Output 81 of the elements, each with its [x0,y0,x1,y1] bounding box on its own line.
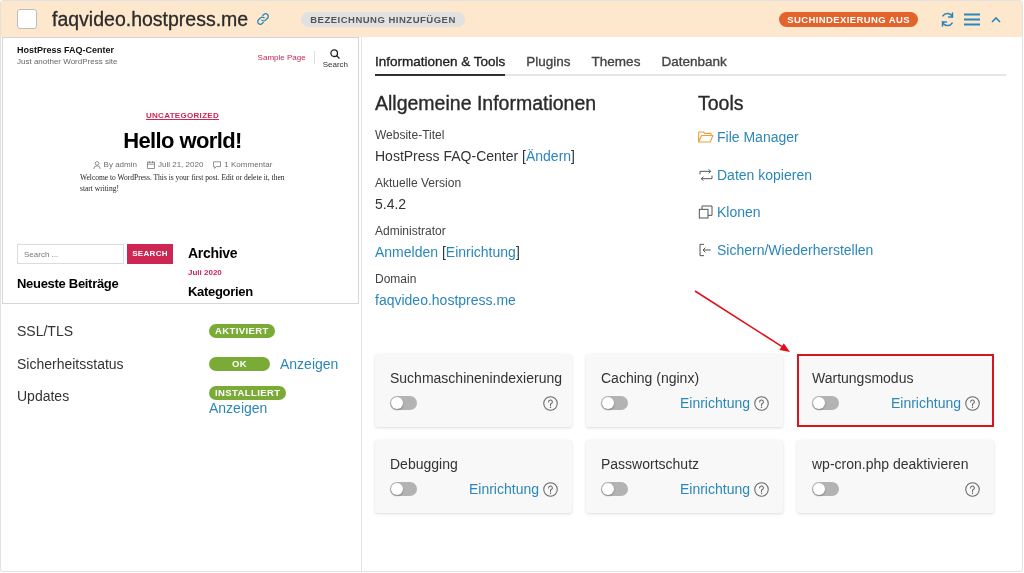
add-label-button[interactable]: BEZEICHNUNG HINZUFÜGEN [301,11,465,27]
preview-post-title: Hello world! [122,128,243,154]
field-label: Website-Titel [375,127,446,143]
card-title: Debugging [390,455,459,474]
tab[interactable]: Plugins [526,53,571,76]
setup-link[interactable]: Einrichtung [679,393,750,413]
search-icon [330,49,341,59]
toggle-switch[interactable] [812,396,839,410]
status-badge: AKTIVIERT [209,324,275,338]
card-title: wp-cron.php deaktivieren [812,455,970,474]
tab[interactable]: Informationen & Tools [375,53,506,76]
preview-category-link: UNCATEGORIZED [145,111,220,121]
setup-link[interactable]: Einrichtung [890,393,961,413]
preview-archive-link: Juli 2020 [188,268,223,278]
preview-search-label: Search [322,60,348,69]
person-icon [92,161,101,169]
card-title: Passwortschutz [601,455,701,474]
tool-link[interactable]: File Manager [698,127,799,147]
tab[interactable]: Datenbank [661,53,727,76]
toggle-switch[interactable] [390,482,417,496]
folder-icon [698,130,714,144]
status-label: SSL/TLS [17,322,75,341]
section-heading: Tools [698,91,745,115]
calendar-icon [146,161,155,169]
preview-tagline: Just another WordPress site [17,57,118,67]
help-icon[interactable] [543,395,558,411]
select-checkbox[interactable] [17,9,37,29]
help-icon[interactable] [965,481,980,497]
menu-icon[interactable] [964,12,980,26]
field-value: 5.4.2 [375,195,408,214]
field-value: HostPress FAQ-Center [Ändern] [375,147,576,166]
tool-link[interactable]: Klonen [698,202,761,222]
help-icon[interactable] [965,395,980,411]
comment-bubble-icon [213,161,222,169]
inline-link[interactable]: Anmelden [375,244,439,260]
preview-nav-link: Sample Page [257,53,306,63]
preview-site-title: HostPress FAQ-Center [17,45,116,56]
preview-search-field: Search ... [17,244,124,264]
field-label: Aktuelle Version [375,175,463,191]
help-icon[interactable] [543,481,558,497]
inline-link[interactable]: Einrichtung [445,244,516,260]
status-label: Sicherheitsstatus [17,354,125,374]
preview-widget-heading: Archive [188,245,239,261]
toggle-switch[interactable] [812,482,839,496]
preview-meta-text: Juli 21, 2020 [157,160,204,170]
help-icon[interactable] [754,395,769,411]
inline-link[interactable]: faqvideo.hostpress.me [375,292,516,308]
status-badge: SUCHINDEXIERUNG AUS [779,11,918,27]
toggle-switch[interactable] [601,482,628,496]
link-icon[interactable] [256,12,271,26]
show-link[interactable]: Anzeigen [280,355,339,372]
field-label: Domain [375,271,418,287]
refresh-icon[interactable] [939,10,956,28]
arrow-into-box-icon [698,242,714,257]
show-link[interactable]: Anzeigen [209,400,268,416]
stacked-squares-icon [698,205,714,219]
section-heading: Allgemeine Informationen [375,91,598,115]
status-label: Updates [17,387,71,406]
card-title: Wartungsmodus [812,369,915,388]
field-value: Anmelden [Einrichtung] [375,243,521,262]
preview-widget-heading: Kategorien [188,284,254,299]
field-label: Administrator [375,223,447,239]
toggle-switch[interactable] [601,396,628,410]
help-icon[interactable] [754,481,769,497]
status-badge: OK [209,356,270,371]
chevron-up-icon[interactable] [991,15,1001,23]
preview-meta-text: By admin [103,160,137,170]
status-badge: INSTALLIERT [209,386,287,400]
toggle-switch[interactable] [390,396,417,410]
swap-arrows-icon [698,167,714,182]
tool-link[interactable]: Sichern/Wiederherstellen [698,239,874,260]
tab[interactable]: Themes [591,53,641,76]
preview-widget-heading: Neueste Beiträge [17,276,120,291]
setup-link[interactable]: Einrichtung [679,479,750,499]
site-domain-title: faqvideo.hostpress.me [52,7,249,31]
site-preview[interactable] [2,37,359,304]
tool-link[interactable]: Daten kopieren [698,164,812,185]
preview-meta-text: 1 Kommentar [224,160,273,170]
preview-search-button: SEARCH [127,244,173,264]
setup-link[interactable]: Einrichtung [468,479,539,499]
card-title: Caching (nginx) [601,369,701,388]
